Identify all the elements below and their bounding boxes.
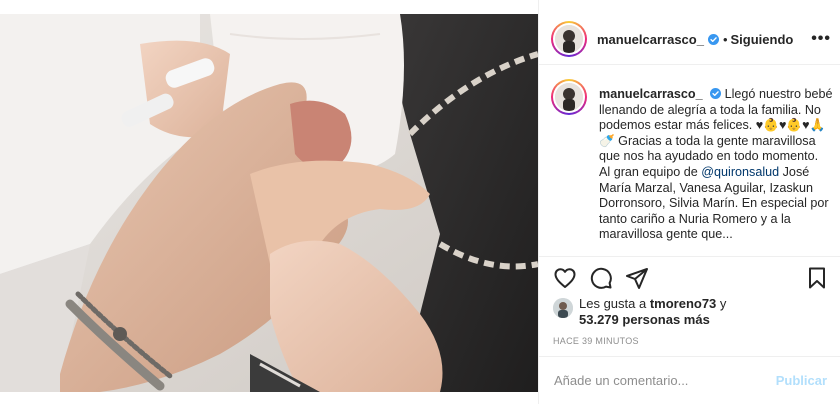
likes-prefix: Les gusta a	[579, 296, 650, 311]
heart-icon[interactable]	[553, 266, 577, 290]
share-icon[interactable]	[625, 266, 649, 290]
caption-username[interactable]: manuelcarrasco_	[599, 87, 703, 101]
author-avatar[interactable]	[551, 21, 587, 57]
post-side-panel: manuelcarrasco_ • Siguiendo ••• manuelca…	[538, 0, 840, 404]
bookmark-icon[interactable]	[805, 266, 829, 290]
more-options-icon[interactable]: •••	[811, 30, 831, 48]
post-header: manuelcarrasco_ • Siguiendo •••	[539, 14, 840, 64]
add-comment-form: Publicar	[539, 357, 840, 404]
liker-username[interactable]: tmoreno73	[650, 296, 716, 311]
divider	[539, 256, 840, 257]
likes-connector: y	[716, 296, 727, 311]
caption-body-2: Al gran equipo de	[599, 164, 702, 179]
caption: manuelcarrasco_ Llegó nuestro bebé llena…	[551, 79, 839, 243]
post-photo[interactable]	[0, 14, 538, 392]
comments-section[interactable]: manuelcarrasco_ Llegó nuestro bebé llena…	[539, 65, 840, 255]
caption-avatar[interactable]	[551, 79, 587, 115]
likes-count[interactable]: 53.279 personas más	[579, 312, 710, 327]
verified-badge-icon	[710, 88, 722, 99]
comment-icon[interactable]	[589, 266, 613, 290]
following-button[interactable]: Siguiendo	[731, 32, 794, 47]
likes-summary: Les gusta a tmoreno73 y 53.279 personas …	[553, 296, 833, 330]
liker-avatar[interactable]	[553, 298, 573, 318]
author-username[interactable]: manuelcarrasco_	[597, 32, 704, 47]
verified-badge-icon	[707, 33, 719, 45]
action-bar	[539, 262, 840, 294]
comment-input[interactable]	[554, 373, 776, 388]
separator-dot: •	[722, 31, 728, 47]
likes-text: Les gusta a tmoreno73 y 53.279 personas …	[579, 296, 726, 330]
post-timestamp[interactable]: Hace 39 minutos	[553, 336, 639, 346]
caption-mention[interactable]: @quironsalud	[701, 165, 779, 179]
caption-text: manuelcarrasco_ Llegó nuestro bebé llena…	[599, 87, 837, 243]
post-photo-image	[0, 14, 538, 392]
publish-button[interactable]: Publicar	[776, 373, 827, 388]
